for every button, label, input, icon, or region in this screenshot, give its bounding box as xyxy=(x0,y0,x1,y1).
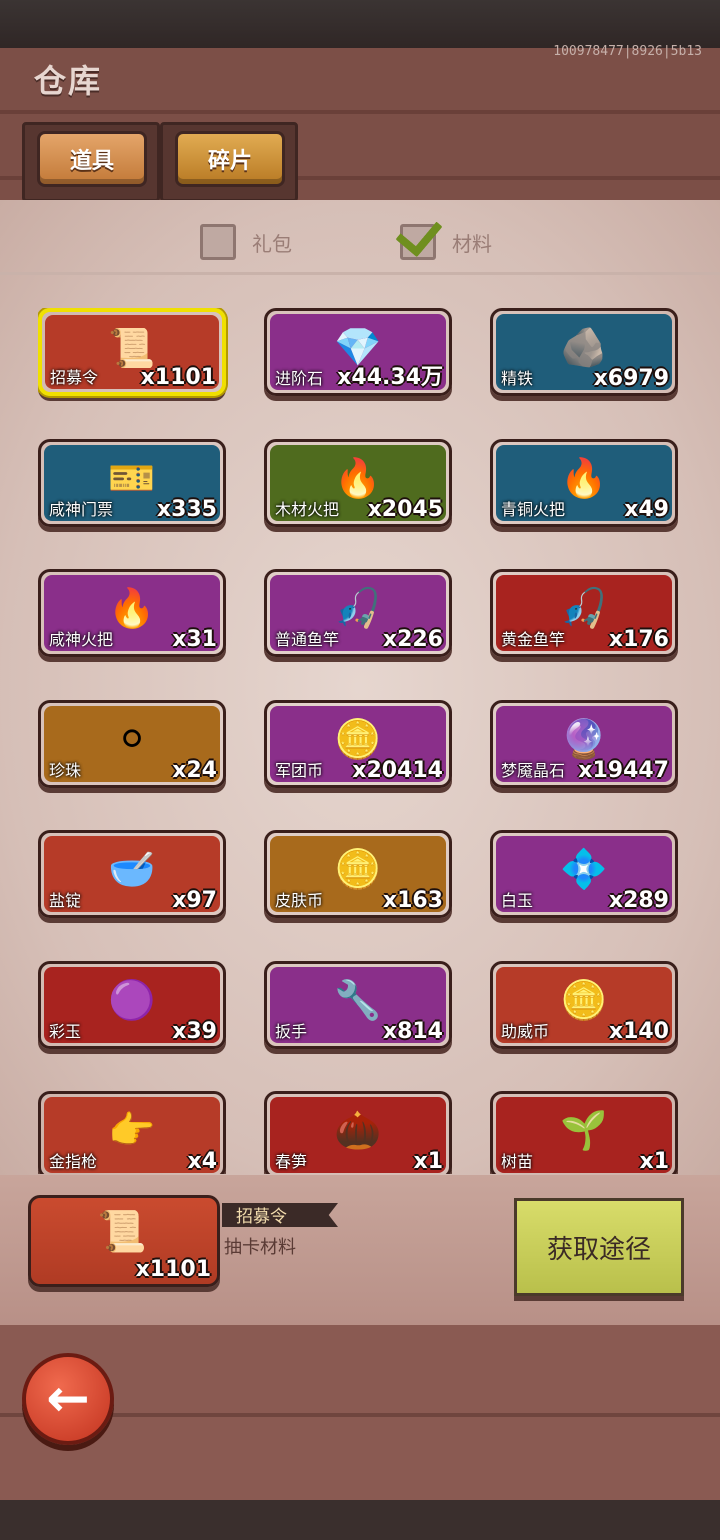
divider xyxy=(0,272,720,275)
item-icon: 👉 xyxy=(108,1107,156,1152)
item-quantity: x1 xyxy=(639,1149,670,1174)
item-name: 春笋 xyxy=(275,1152,308,1171)
item-card[interactable]: 🪙 助威币 x140 xyxy=(490,961,678,1049)
item-quantity: x163 xyxy=(382,888,443,913)
item-quantity: x226 xyxy=(382,627,443,652)
gift-pack-label: 礼包 xyxy=(252,231,292,256)
item-quantity: x1101 xyxy=(140,365,216,390)
item-name: 白玉 xyxy=(501,891,534,910)
item-name: 黄金鱼竿 xyxy=(501,630,566,649)
item-quantity: x49 xyxy=(624,497,669,522)
item-icon: 🥣 xyxy=(108,846,156,891)
item-name: 精铁 xyxy=(501,369,534,388)
item-quantity: x814 xyxy=(382,1019,443,1044)
back-arrow-icon: ← xyxy=(46,1369,90,1429)
detail-item-quantity: x1101 xyxy=(135,1257,211,1282)
item-card[interactable]: 🔮 梦魇晶石 x19447 xyxy=(490,700,678,788)
item-name: 盐锭 xyxy=(49,891,82,910)
item-card[interactable]: 🪙 军团币 x20414 xyxy=(264,700,452,788)
item-quantity: x6979 xyxy=(593,366,669,391)
item-icon: 🌰 xyxy=(334,1107,382,1152)
item-quantity: x4 xyxy=(187,1149,218,1174)
item-card[interactable]: 🎣 普通鱼竿 x226 xyxy=(264,569,452,657)
item-card[interactable]: 🎫 咸神门票 x335 xyxy=(38,439,226,527)
item-quantity: x19447 xyxy=(578,758,669,783)
item-card[interactable]: 🥣 盐锭 x97 xyxy=(38,830,226,918)
recruit-order-icon: 📜 xyxy=(97,1209,147,1255)
item-card[interactable]: 💠 白玉 x289 xyxy=(490,830,678,918)
item-quantity: x20414 xyxy=(352,758,443,783)
item-name: 扳手 xyxy=(275,1022,308,1041)
obtain-source-button[interactable]: 获取途径 xyxy=(514,1198,684,1296)
detail-item-description: 抽卡材料 xyxy=(224,1237,296,1258)
item-card[interactable]: 👉 金指枪 x4 xyxy=(38,1091,226,1174)
item-card[interactable]: ⚪ 珍珠 x24 xyxy=(38,700,226,788)
item-name: 青铜火把 xyxy=(501,500,566,519)
item-icon: 🪙 xyxy=(334,846,382,891)
item-name: 皮肤币 xyxy=(275,891,324,910)
bottom-frame xyxy=(0,1500,720,1540)
filter-gift-pack[interactable]: 礼包 xyxy=(200,224,292,260)
item-card[interactable]: 🪨 精铁 x6979 xyxy=(490,308,678,396)
tab-fragments-wrap: 碎片 xyxy=(160,122,298,202)
item-quantity: x97 xyxy=(172,888,217,913)
item-icon: 🟣 xyxy=(108,977,156,1022)
detail-item-name: 招募令 xyxy=(236,1207,287,1227)
item-card[interactable]: 🌰 春笋 x1 xyxy=(264,1091,452,1174)
item-name: 进阶石 xyxy=(275,369,324,388)
item-grid: 📜 招募令 x1101 💎 进阶石 x44.34万 🪨 精铁 x6979 🎫 咸神门票 x335 🔥 木材… xyxy=(38,308,684,1174)
item-name: 彩玉 xyxy=(49,1022,82,1041)
item-card[interactable]: 📜 招募令 x1101 xyxy=(38,308,226,396)
detail-item-card: 📜 x1101 xyxy=(28,1195,220,1287)
item-name: 咸神火把 xyxy=(49,630,114,649)
page-title: 仓库 xyxy=(34,62,103,100)
item-name: 助威币 xyxy=(501,1022,550,1041)
item-card[interactable]: 🔥 咸神火把 x31 xyxy=(38,569,226,657)
item-card[interactable]: 🪙 皮肤币 x163 xyxy=(264,830,452,918)
materials-checkbox[interactable] xyxy=(395,208,443,260)
item-name: 普通鱼竿 xyxy=(275,630,340,649)
item-quantity: x1 xyxy=(413,1149,444,1174)
item-quantity: x140 xyxy=(608,1019,669,1044)
item-quantity: x31 xyxy=(172,627,217,652)
item-name: 木材火把 xyxy=(275,500,340,519)
item-icon: ⚪ xyxy=(116,717,148,761)
back-button[interactable]: ← xyxy=(22,1353,114,1445)
item-name: 树苗 xyxy=(501,1152,534,1171)
item-name: 招募令 xyxy=(50,368,99,387)
gift-pack-checkbox[interactable] xyxy=(200,224,236,260)
filter-row: 礼包 材料 xyxy=(0,208,720,270)
server-info: 100978477|8926|5b13 xyxy=(553,44,702,59)
item-card[interactable]: 🟣 彩玉 x39 xyxy=(38,961,226,1049)
item-card[interactable]: 💎 进阶石 x44.34万 xyxy=(264,308,452,396)
item-card[interactable]: 🔥 木材火把 x2045 xyxy=(264,439,452,527)
materials-label: 材料 xyxy=(452,231,492,256)
item-quantity: x335 xyxy=(156,497,217,522)
item-card[interactable]: 🎣 黄金鱼竿 x176 xyxy=(490,569,678,657)
item-quantity: x289 xyxy=(608,888,669,913)
tab-items-wrap: 道具 xyxy=(22,122,160,217)
item-name: 梦魇晶石 xyxy=(501,761,566,780)
item-quantity: x39 xyxy=(172,1019,217,1044)
item-card[interactable]: 🔧 扳手 x814 xyxy=(264,961,452,1049)
item-name: 珍珠 xyxy=(49,761,82,780)
item-name: 咸神门票 xyxy=(49,500,114,519)
tab-items[interactable]: 道具 xyxy=(37,131,147,187)
tab-fragments[interactable]: 碎片 xyxy=(175,131,285,187)
item-name: 军团币 xyxy=(275,761,324,780)
checkmark-icon xyxy=(395,208,443,258)
item-icon: 💠 xyxy=(560,846,608,891)
item-icon: 🌱 xyxy=(560,1107,608,1152)
item-icon: 🪙 xyxy=(560,977,608,1022)
item-name: 金指枪 xyxy=(49,1152,98,1171)
top-frame xyxy=(0,0,720,50)
item-card[interactable]: 🌱 树苗 x1 xyxy=(490,1091,678,1174)
item-quantity: x2045 xyxy=(367,497,443,522)
item-quantity: x176 xyxy=(608,627,669,652)
item-quantity: x24 xyxy=(172,758,217,783)
item-quantity: x44.34万 xyxy=(337,365,443,390)
item-card[interactable]: 🔥 青铜火把 x49 xyxy=(490,439,678,527)
filter-materials[interactable]: 材料 xyxy=(395,208,492,260)
item-icon: 🔧 xyxy=(334,977,382,1022)
